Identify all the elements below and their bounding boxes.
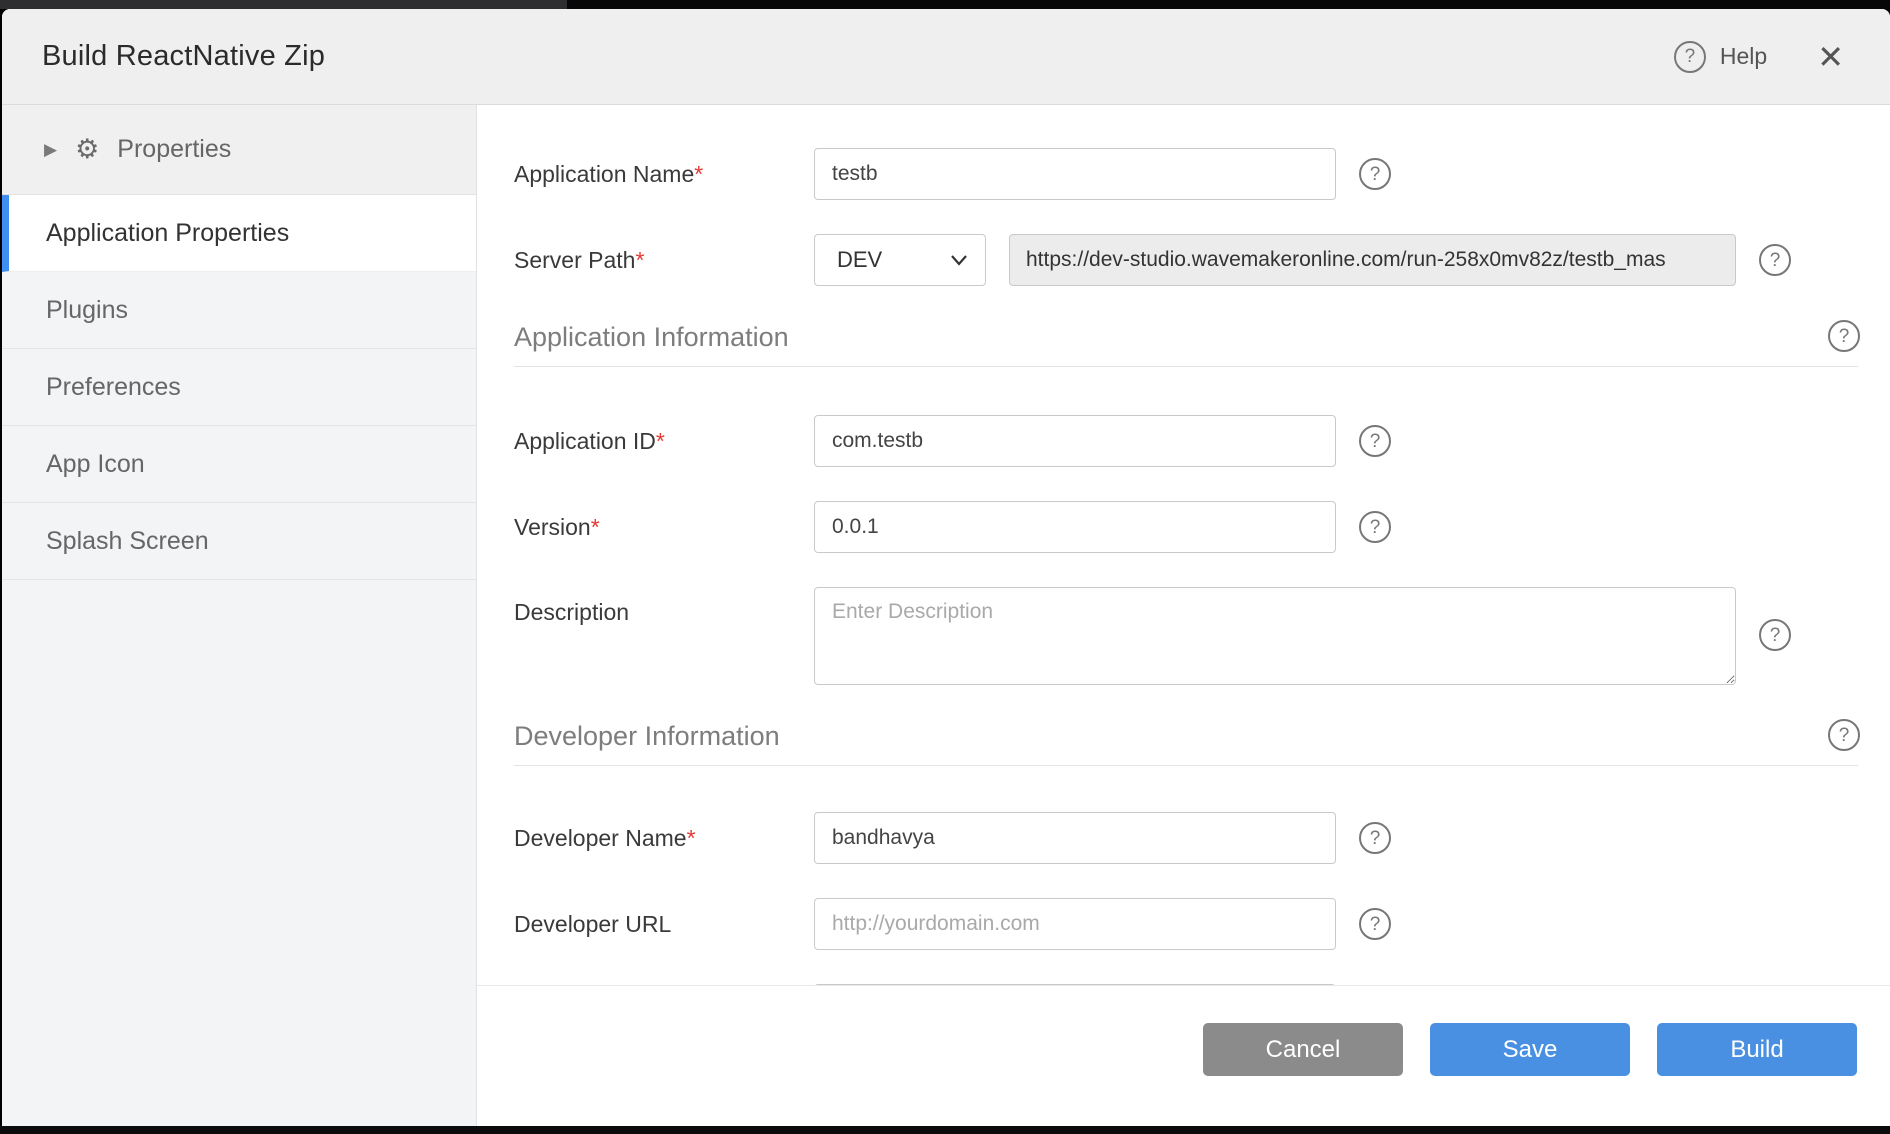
close-icon[interactable]: ✕ <box>1811 37 1850 77</box>
sidebar-item-label: Preferences <box>46 373 181 402</box>
application-id-row: Application ID* ? <box>514 415 1890 467</box>
developer-name-label: Developer Name* <box>514 825 814 852</box>
required-asterisk: * <box>591 514 600 540</box>
application-properties-form: Application Name* ? Server Path* DEV <box>477 105 1890 985</box>
developer-name-input[interactable] <box>814 812 1336 864</box>
description-row: Description ? <box>514 587 1890 685</box>
application-id-label: Application ID* <box>514 428 814 455</box>
sidebar-item-app-icon[interactable]: App Icon <box>2 426 476 503</box>
application-name-input[interactable] <box>814 148 1336 200</box>
section-divider <box>514 765 1858 766</box>
required-asterisk: * <box>656 428 665 454</box>
version-input[interactable] <box>814 501 1336 553</box>
application-name-label: Application Name* <box>514 161 814 188</box>
sidebar-group-label: Properties <box>117 135 231 164</box>
version-help-icon[interactable]: ? <box>1359 511 1391 543</box>
server-path-label: Server Path* <box>514 247 814 274</box>
application-information-help-icon[interactable]: ? <box>1828 320 1860 352</box>
server-path-help-icon[interactable]: ? <box>1759 244 1791 276</box>
sidebar-item-splash-screen[interactable]: Splash Screen <box>2 503 476 580</box>
application-id-help-icon[interactable]: ? <box>1359 425 1391 457</box>
sidebar-item-label: Splash Screen <box>46 527 209 556</box>
server-path-select[interactable]: DEV <box>814 234 986 286</box>
sidebar: ▶ ⚙ Properties Application Properties Pl… <box>2 105 477 1126</box>
help-link[interactable]: Help <box>1720 43 1767 70</box>
server-path-row: Server Path* DEV ? <box>514 234 1890 286</box>
sidebar-item-label: Application Properties <box>46 219 289 248</box>
sidebar-item-application-properties[interactable]: Application Properties <box>2 195 476 272</box>
application-id-input[interactable] <box>814 415 1336 467</box>
description-textarea[interactable] <box>814 587 1736 685</box>
developer-email-row: Developer Email* ? <box>514 984 1890 985</box>
developer-url-label: Developer URL <box>514 911 814 938</box>
sidebar-item-plugins[interactable]: Plugins <box>2 272 476 349</box>
developer-information-section: Developer Information ? <box>514 719 1890 753</box>
application-information-section: Application Information ? <box>514 320 1890 354</box>
server-path-selected-option: DEV <box>837 247 882 273</box>
developer-information-title: Developer Information <box>514 719 780 753</box>
version-row: Version* ? <box>514 501 1890 553</box>
section-divider <box>514 366 1858 367</box>
developer-url-input[interactable] <box>814 898 1336 950</box>
sidebar-item-label: App Icon <box>46 450 145 479</box>
dialog-title: Build ReactNative Zip <box>42 40 325 73</box>
developer-email-input[interactable] <box>814 984 1336 985</box>
developer-name-row: Developer Name* ? <box>514 812 1890 864</box>
application-name-row: Application Name* ? <box>514 148 1890 200</box>
background-bottom-strip <box>0 1126 1890 1134</box>
build-button[interactable]: Build <box>1657 1023 1857 1076</box>
chevron-down-icon <box>949 253 969 267</box>
sidebar-item-preferences[interactable]: Preferences <box>2 349 476 426</box>
required-asterisk: * <box>694 161 703 187</box>
header-actions: ? Help ✕ <box>1674 37 1850 77</box>
required-asterisk: * <box>687 825 696 851</box>
gear-icon: ⚙ <box>75 136 99 163</box>
developer-url-row: Developer URL ? <box>514 898 1890 950</box>
sidebar-item-label: Plugins <box>46 296 128 325</box>
dialog-header: Build ReactNative Zip ? Help ✕ <box>2 9 1890 105</box>
application-name-help-icon[interactable]: ? <box>1359 158 1391 190</box>
content-pane: Application Name* ? Server Path* DEV <box>477 105 1890 1126</box>
description-help-icon[interactable]: ? <box>1759 619 1791 651</box>
dialog-body: ▶ ⚙ Properties Application Properties Pl… <box>2 105 1890 1126</box>
background-top-strip <box>0 0 1890 9</box>
version-label: Version* <box>514 514 814 541</box>
application-information-title: Application Information <box>514 320 789 354</box>
sidebar-group-properties[interactable]: ▶ ⚙ Properties <box>2 105 476 195</box>
help-icon[interactable]: ? <box>1674 41 1706 73</box>
description-label: Description <box>514 587 814 626</box>
cancel-button[interactable]: Cancel <box>1203 1023 1403 1076</box>
server-path-url-input[interactable] <box>1009 234 1736 286</box>
save-button[interactable]: Save <box>1430 1023 1630 1076</box>
required-asterisk: * <box>635 247 644 273</box>
developer-name-help-icon[interactable]: ? <box>1359 822 1391 854</box>
expander-arrow-icon[interactable]: ▶ <box>44 140 57 160</box>
developer-information-help-icon[interactable]: ? <box>1828 719 1860 751</box>
build-reactnative-zip-dialog: Build ReactNative Zip ? Help ✕ ▶ ⚙ Prope… <box>2 9 1890 1126</box>
dialog-footer: Cancel Save Build <box>477 985 1890 1126</box>
developer-url-help-icon[interactable]: ? <box>1359 908 1391 940</box>
